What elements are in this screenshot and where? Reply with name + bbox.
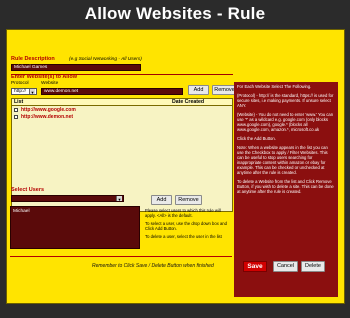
users-instruction-2: To select a user, use the drop down box … bbox=[145, 221, 227, 231]
help-text: Note: When a website appears in the list… bbox=[237, 145, 328, 175]
remove-user-button[interactable]: Remove bbox=[175, 195, 202, 205]
delete-button[interactable]: Delete bbox=[301, 261, 325, 272]
website-checkbox[interactable] bbox=[14, 108, 18, 112]
column-date-created: Date Created bbox=[172, 99, 205, 105]
select-users-label: Select Users bbox=[11, 187, 45, 193]
protocol-value: http:// bbox=[14, 89, 26, 94]
rule-description-input[interactable]: Michael Games bbox=[11, 64, 141, 71]
enter-websites-label: Enter Website(s) to Allow bbox=[11, 74, 78, 80]
table-row[interactable]: http://www.google.com bbox=[12, 107, 232, 113]
users-instructions: Please select users to which this rule w… bbox=[145, 208, 231, 239]
protocol-label: Protocol bbox=[11, 81, 29, 86]
help-text: For Each Website Select The Following. bbox=[237, 84, 312, 89]
users-instruction-1: Please select users to which this rule w… bbox=[145, 208, 221, 218]
users-list[interactable]: Michael bbox=[10, 206, 140, 249]
help-text: (Protocol) - http:// is the standard, ht… bbox=[237, 93, 334, 108]
help-text: Click the Add Button. bbox=[237, 136, 276, 141]
column-list: List bbox=[14, 99, 24, 105]
chevron-down-icon: ▼ bbox=[29, 89, 35, 95]
rule-description-label: Rule Description bbox=[11, 56, 55, 62]
website-entry: http://www.google.com bbox=[21, 107, 76, 113]
users-dropdown[interactable]: ▼ bbox=[11, 195, 124, 202]
help-text: (Website) - You do not need to enter 'ww… bbox=[237, 112, 334, 132]
website-label: Website bbox=[41, 81, 59, 86]
users-instruction-3: To delete a user, select the user in the… bbox=[145, 234, 222, 239]
website-entry: http://www.demon.net bbox=[21, 114, 74, 120]
save-button[interactable]: Save bbox=[243, 261, 267, 272]
table-row[interactable]: http://www.demon.net bbox=[12, 114, 232, 120]
help-text: To delete a Website from the list and Cl… bbox=[237, 179, 334, 194]
chevron-down-icon: ▼ bbox=[116, 196, 122, 202]
page-title: Allow Websites - Rule bbox=[84, 4, 266, 23]
list-item[interactable]: Michael bbox=[13, 209, 137, 214]
add-website-button[interactable]: Add bbox=[188, 85, 209, 95]
protocol-select[interactable]: http:// ▼ bbox=[11, 88, 37, 95]
divider bbox=[10, 256, 232, 257]
website-checkbox[interactable] bbox=[14, 115, 18, 119]
add-user-button[interactable]: Add bbox=[151, 195, 172, 205]
website-input[interactable]: www.demon.net bbox=[41, 88, 183, 95]
rule-description-hint: (e.g Social Networking - All Users) bbox=[69, 57, 142, 62]
cancel-button[interactable]: Cancel bbox=[273, 261, 298, 272]
website-list-header: List Date Created bbox=[12, 99, 232, 106]
save-reminder: Remember to Click Save / Delete Button w… bbox=[92, 263, 214, 269]
